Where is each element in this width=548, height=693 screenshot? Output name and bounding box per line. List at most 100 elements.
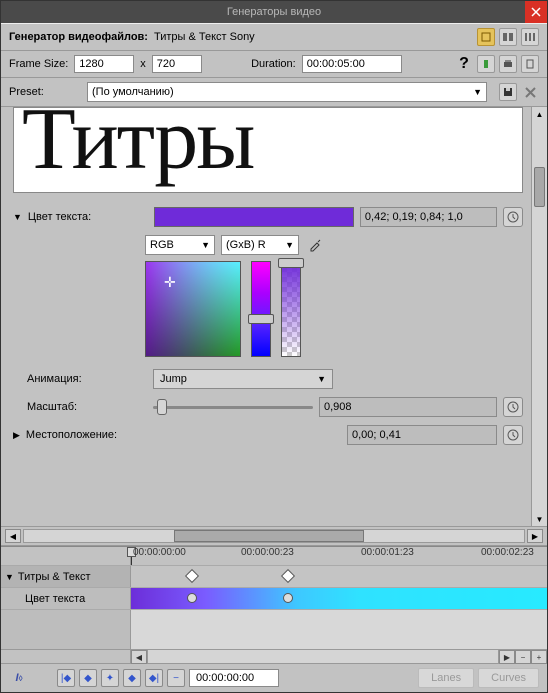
saturation-box[interactable]: ✛: [145, 261, 241, 357]
text-color-swatch[interactable]: [154, 207, 354, 227]
chevron-down-icon: ▼: [285, 240, 294, 250]
chevron-down-icon: ▼: [317, 374, 326, 384]
position-value[interactable]: 0,00; 0,41: [347, 425, 497, 445]
playhead[interactable]: [131, 547, 132, 565]
frame-size-label: Frame Size:: [9, 58, 68, 70]
vertical-scrollbar[interactable]: ▲ ▼: [531, 107, 547, 526]
timeline-tick: 00:00:01:23: [361, 547, 414, 558]
generator-row: Генератор видеофайлов: Титры & Текст Son…: [1, 23, 547, 51]
slider-thumb[interactable]: [157, 399, 167, 415]
clock-icon: [507, 211, 519, 223]
color-mode-select[interactable]: RGB▼: [145, 235, 215, 255]
single-col-icon: [481, 32, 491, 42]
timeline-track-header: ▼Титры & Текст: [1, 565, 547, 587]
scroll-thumb[interactable]: [534, 167, 545, 207]
scroll-up-button[interactable]: ▲: [532, 107, 547, 121]
preset-value: (По умолчанию): [92, 86, 174, 98]
text-color-value[interactable]: 0,42; 0,19; 0,84; 1,0: [360, 207, 497, 227]
save-preset-button[interactable]: [499, 83, 517, 101]
generator-label: Генератор видеофайлов:: [9, 31, 148, 43]
scroll-left-button[interactable]: ◀: [131, 650, 147, 664]
preset-row: Preset: (По умолчанию) ▼: [1, 78, 547, 107]
keyframe-dot[interactable]: [187, 593, 197, 603]
expand-triangle[interactable]: ▼: [5, 572, 14, 582]
chevron-down-icon: ▼: [201, 240, 210, 250]
hue-thumb[interactable]: [248, 314, 274, 324]
scroll-thumb[interactable]: [174, 530, 364, 542]
last-keyframe-button[interactable]: ◆|: [145, 669, 163, 687]
clock-icon: [507, 401, 519, 413]
scroll-right-button[interactable]: ▶: [527, 529, 543, 543]
sync-cursor-button[interactable]: I◊: [9, 669, 29, 687]
position-label: Местоположение:: [26, 429, 146, 441]
prev-keyframe-button[interactable]: ◆: [79, 669, 97, 687]
paste-icon: [525, 59, 535, 69]
scale-slider[interactable]: [153, 398, 313, 416]
hue-slider[interactable]: [251, 261, 271, 357]
scroll-left-button[interactable]: ◀: [5, 529, 21, 543]
view-mode-2-button[interactable]: [499, 28, 517, 46]
add-keyframe-button[interactable]: ✦: [101, 669, 119, 687]
animate-text-color-button[interactable]: [503, 207, 523, 227]
height-input[interactable]: [152, 55, 202, 73]
print-button[interactable]: [499, 55, 517, 73]
timeline-tick: 00:00:00:00: [133, 547, 186, 558]
disk-icon: [503, 87, 513, 97]
paste-button[interactable]: [521, 55, 539, 73]
lanes-button[interactable]: Lanes: [418, 668, 474, 688]
keyframe[interactable]: [185, 569, 199, 583]
timecode-input[interactable]: [189, 669, 279, 687]
duration-label: Duration:: [251, 58, 296, 70]
next-keyframe-button[interactable]: ◆: [123, 669, 141, 687]
first-keyframe-button[interactable]: |◆: [57, 669, 75, 687]
zoom-out-button[interactable]: −: [515, 650, 531, 664]
close-icon: [531, 7, 541, 17]
keyframe[interactable]: [281, 569, 295, 583]
delete-preset-button[interactable]: [521, 83, 539, 101]
eyedropper-button[interactable]: [305, 235, 325, 255]
expand-triangle[interactable]: ▶: [13, 430, 20, 441]
timeline-empty: [1, 609, 547, 649]
text-color-row: ▼ Цвет текста: 0,42; 0,19; 0,84; 1,0: [5, 203, 531, 231]
alpha-slider[interactable]: [281, 261, 301, 357]
view-mode-3-button[interactable]: [521, 28, 539, 46]
duration-input[interactable]: [302, 55, 402, 73]
animate-position-button[interactable]: [503, 425, 523, 445]
scroll-right-button[interactable]: ▶: [499, 650, 515, 664]
eyedropper-icon: [308, 238, 322, 252]
three-col-icon: [525, 32, 535, 42]
scroll-track[interactable]: [23, 529, 525, 543]
scroll-track[interactable]: [147, 650, 499, 663]
channel-select[interactable]: (GxB) R▼: [221, 235, 299, 255]
expand-triangle[interactable]: ▼: [13, 212, 22, 222]
scale-value[interactable]: 0,908: [319, 397, 497, 417]
close-button[interactable]: [525, 1, 547, 23]
width-input[interactable]: [74, 55, 134, 73]
title-preview[interactable]: Титры: [13, 107, 523, 193]
titlebar: Генераторы видео: [1, 1, 547, 23]
text-color-label: Цвет текста:: [28, 211, 148, 223]
chevron-down-icon: ▼: [473, 87, 482, 97]
curves-button[interactable]: Curves: [478, 668, 539, 688]
animate-scale-button[interactable]: [503, 397, 523, 417]
timeline: 00:00:00:00 00:00:00:23 00:00:01:23 00:0…: [1, 546, 547, 692]
keyframe-dot[interactable]: [283, 593, 293, 603]
color-editor: RGB▼ (GxB) R▼ ✛: [145, 235, 523, 357]
animation-select[interactable]: Jump▼: [153, 369, 333, 389]
view-mode-1-button[interactable]: [477, 28, 495, 46]
position-row: ▶ Местоположение: 0,00; 0,41: [5, 421, 531, 449]
horizontal-scrollbar-upper: ◀ ▶: [1, 526, 547, 546]
timeline-tick: 00:00:00:23: [241, 547, 294, 558]
plugin-button[interactable]: [477, 55, 495, 73]
remove-keyframe-button[interactable]: −: [167, 669, 185, 687]
preset-select[interactable]: (По умолчанию) ▼: [87, 82, 487, 102]
help-button[interactable]: ?: [455, 55, 473, 73]
print-icon: [503, 59, 513, 69]
timeline-ruler[interactable]: 00:00:00:00 00:00:00:23 00:00:01:23 00:0…: [1, 547, 547, 565]
x-icon: [525, 87, 536, 98]
scroll-down-button[interactable]: ▼: [532, 512, 547, 526]
alpha-thumb[interactable]: [278, 258, 304, 268]
zoom-in-button[interactable]: +: [531, 650, 547, 664]
title-text: Титры: [22, 108, 514, 171]
timeline-controls: I◊ |◆ ◆ ✦ ◆ ◆| − Lanes Curves: [1, 663, 547, 692]
